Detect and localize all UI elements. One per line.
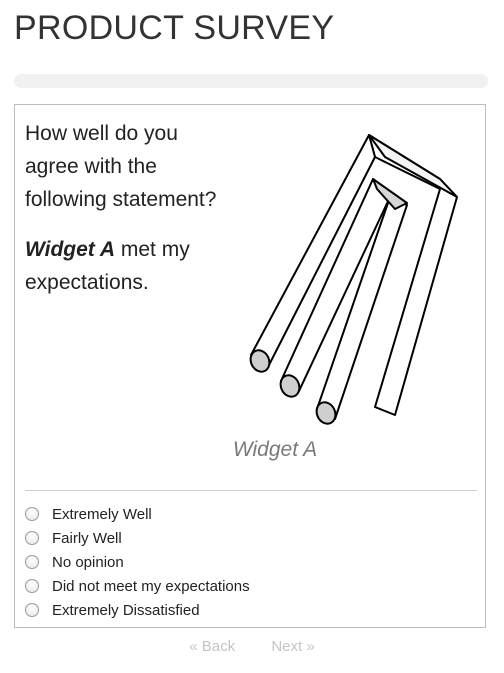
answer-option-did-not-meet[interactable]: Did not meet my expectations	[25, 574, 250, 598]
answer-option-extremely-dissatisfied[interactable]: Extremely Dissatisfied	[25, 598, 250, 622]
answer-options: Extremely Well Fairly Well No opinion Di…	[25, 502, 250, 622]
answer-option-label: Fairly Well	[52, 529, 122, 547]
question-line: agree with the	[25, 155, 157, 178]
answer-option-fairly-well[interactable]: Fairly Well	[25, 526, 250, 550]
question-line: How well do you	[25, 122, 178, 145]
progress-bar	[14, 74, 488, 88]
answer-option-label: No opinion	[52, 553, 124, 571]
back-button[interactable]: « Back	[189, 638, 235, 655]
radio-button[interactable]	[25, 531, 39, 545]
product-name: Widget A	[25, 238, 116, 261]
radio-button[interactable]	[25, 603, 39, 617]
radio-button[interactable]	[25, 555, 39, 569]
impossible-trident-icon	[235, 127, 465, 427]
radio-button[interactable]	[25, 507, 39, 521]
question-line: following statement?	[25, 188, 217, 211]
survey-navigation: « Back Next »	[0, 638, 504, 655]
answer-option-label: Did not meet my expectations	[52, 577, 250, 595]
answer-option-extremely-well[interactable]: Extremely Well	[25, 502, 250, 526]
radio-button[interactable]	[25, 579, 39, 593]
statement-text: Widget A met my expectations.	[25, 233, 245, 299]
page-title: PRODUCT SURVEY	[14, 9, 335, 47]
survey-page: PRODUCT SURVEY How well do you agree wit…	[0, 0, 504, 673]
answer-option-label: Extremely Dissatisfied	[52, 601, 200, 619]
next-button[interactable]: Next »	[271, 638, 314, 655]
question-text: How well do you agree with the following…	[25, 117, 245, 216]
divider	[25, 490, 477, 491]
answer-option-no-opinion[interactable]: No opinion	[25, 550, 250, 574]
answer-option-label: Extremely Well	[52, 505, 152, 523]
image-caption: Widget A	[232, 438, 318, 461]
question-card: How well do you agree with the following…	[14, 104, 486, 628]
